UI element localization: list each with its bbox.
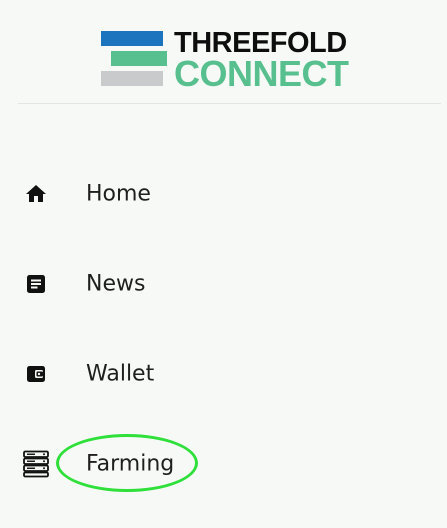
- navigation-drawer: THREEFOLD CONNECT Home News Wallet Farmi…: [0, 0, 447, 528]
- news-icon: [22, 270, 50, 298]
- nav-item-home[interactable]: Home: [0, 164, 447, 224]
- nav-label-wallet: Wallet: [86, 361, 155, 387]
- logo-text-connect: CONNECT: [174, 53, 349, 94]
- nav-item-wallet[interactable]: Wallet: [0, 344, 447, 404]
- nav-item-farming[interactable]: Farming: [0, 434, 447, 494]
- threefold-connect-logo: THREEFOLD CONNECT: [101, 29, 361, 94]
- farming-icon: [22, 450, 50, 478]
- header-divider: [18, 103, 441, 104]
- nav-label-farming: Farming: [86, 451, 175, 477]
- nav-label-news: News: [86, 271, 146, 297]
- home-icon: [22, 180, 50, 208]
- threefold-logo-icon: [101, 31, 167, 86]
- nav-item-news[interactable]: News: [0, 254, 447, 314]
- nav-label-home: Home: [86, 181, 151, 207]
- wallet-icon: [22, 360, 50, 388]
